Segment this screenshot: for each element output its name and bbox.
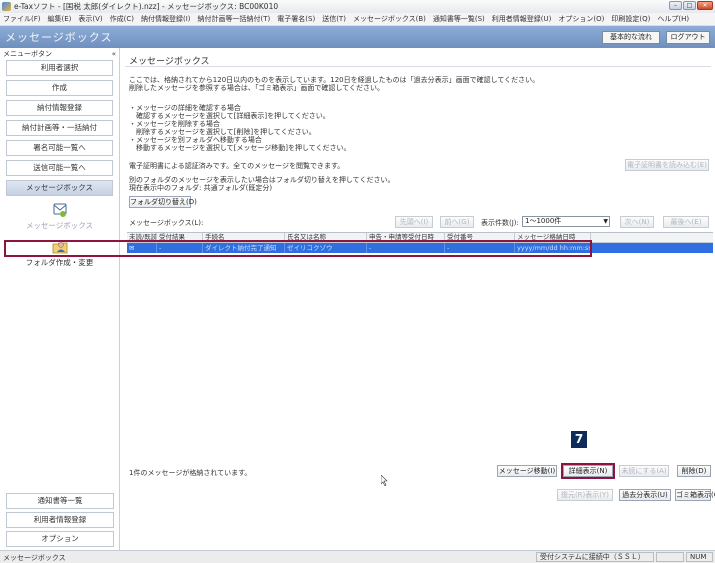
chevron-down-icon: ▼ (603, 218, 608, 225)
load-cert-button[interactable]: 電子証明書を読み込む(E) (625, 159, 709, 171)
sidebar-item-options[interactable]: オプション (6, 531, 114, 547)
menu-user-info[interactable]: 利用者情報登録(U) (492, 14, 552, 24)
page-title: メッセージボックス (5, 31, 113, 44)
title-bar: e-Taxソフト - [国税 太郎(ダイレクト).nzz] - メッセージボック… (0, 0, 715, 13)
display-count-select[interactable]: 1〜1000件 ▼ (522, 216, 610, 227)
sidebar-item-payment-plan[interactable]: 納付計画等・一括納付 (6, 120, 113, 136)
sidebar-item-payment-register[interactable]: 納付情報登録 (6, 100, 113, 116)
list-label: メッセージボックス(L): (129, 219, 204, 227)
info-text: ・メッセージを別フォルダへ移動する場合 (129, 136, 262, 144)
mouse-cursor-icon (381, 475, 388, 486)
cert-status-text: 電子証明書による認証済みです。全てのメッセージを閲覧できます。 (129, 162, 345, 170)
maximize-button[interactable]: □ (683, 1, 696, 10)
status-empty (656, 552, 684, 562)
folder-switch-button[interactable]: フォルダ切り替え(D) (129, 196, 197, 208)
main-panel: メッセージボックス ここでは、格納されてから120日以内のものを表示しています。… (121, 48, 715, 550)
menu-file[interactable]: ファイル(F) (3, 14, 41, 24)
trash-view-button[interactable]: ゴミ箱表示(Q) (675, 489, 715, 501)
current-folder-text: 現在表示中のフォルダ: 共通フォルダ(既定分) (129, 184, 273, 192)
menu-payment-register[interactable]: 納付情報登録(I) (141, 14, 191, 24)
menu-send[interactable]: 送信(T) (322, 14, 346, 24)
next-page-button[interactable]: 次へ(N) (620, 216, 654, 228)
sidebar-item-user-info[interactable]: 利用者情報登録 (6, 512, 114, 528)
sidebar-item-notices[interactable]: 通知書等一覧 (6, 493, 114, 509)
mark-unread-button[interactable]: 未読にする(A) (619, 465, 669, 477)
menu-notices[interactable]: 通知書等一覧(S) (433, 14, 485, 24)
info-text: ・メッセージを削除する場合 (129, 120, 220, 128)
sidebar-item-user-select[interactable]: 利用者選択 (6, 60, 113, 76)
menu-view[interactable]: 表示(V) (78, 14, 102, 24)
menu-options[interactable]: オプション(O) (558, 14, 604, 24)
sidebar-bottom: 通知書等一覧 利用者情報登録 オプション (0, 493, 120, 550)
sidebar-item-signable-list[interactable]: 署名可能一覧へ (6, 140, 113, 156)
menu-print[interactable]: 印刷設定(Q) (611, 14, 650, 24)
sidebar-header: メニューボタン « (0, 48, 119, 60)
sidebar-item-message-box[interactable]: メッセージボックス (6, 180, 113, 196)
info-text: ここでは、格納されてから120日以内のものを表示しています。120日を経過したも… (129, 76, 540, 84)
menu-message-box[interactable]: メッセージボックス(B) (353, 14, 426, 24)
selected-row-highlight (4, 240, 592, 257)
display-count-value: 1〜1000件 (525, 217, 562, 225)
prev-page-button[interactable]: 前へ(G) (440, 216, 474, 228)
logout-button[interactable]: ログアウト (666, 31, 710, 44)
menu-create[interactable]: 作成(C) (110, 14, 134, 24)
connection-status: 受付システムに接続中（ＳＳＬ） (536, 552, 654, 562)
sidebar-icon-message-box[interactable]: メッセージボックス (0, 202, 119, 231)
status-bar: メッセージボックス 受付システムに接続中（ＳＳＬ） NUM (0, 550, 715, 563)
info-text: 確認するメッセージを選択して[詳細表示]を押してください。 (129, 112, 330, 120)
display-count-label: 表示件数(J): (481, 219, 519, 227)
sidebar-icon-label: メッセージボックス (25, 221, 94, 230)
sidebar-item-create[interactable]: 作成 (6, 80, 113, 96)
sidebar-icon-label: フォルダ作成・変更 (25, 258, 94, 267)
folder-info-text: 別のフォルダのメッセージを表示したい場合はフォルダ切り替えを押してください。 (129, 176, 395, 184)
info-text: 削除するメッセージを選択して[削除]を押してください。 (129, 128, 316, 136)
sidebar-menu-label: メニューボタン (3, 50, 52, 58)
move-message-button[interactable]: メッセージ移動(I) (497, 465, 557, 477)
info-text: 移動するメッセージを選択して[メッセージ移動]を押してください。 (129, 144, 351, 152)
sidebar: メニューボタン « 利用者選択 作成 納付情報登録 納付計画等・一括納付 署名可… (0, 48, 120, 550)
detail-button-highlight (561, 463, 615, 479)
page-header: メッセージボックス 基本的な流れ ログアウト (0, 26, 715, 48)
window-controls: – □ ✕ (669, 1, 713, 10)
basic-flow-button[interactable]: 基本的な流れ (602, 31, 660, 44)
menu-help[interactable]: ヘルプ(H) (657, 14, 689, 24)
sidebar-collapse-icon[interactable]: « (112, 50, 116, 58)
first-page-button[interactable]: 先頭へ(I) (395, 216, 433, 228)
past-view-button[interactable]: 過去分表示(U) (619, 489, 671, 501)
divider (125, 66, 711, 67)
step-badge: 7 (571, 431, 587, 448)
delete-button[interactable]: 削除(D) (677, 465, 711, 477)
sidebar-item-sendable-list[interactable]: 送信可能一覧へ (6, 160, 113, 176)
menu-signature[interactable]: 電子署名(S) (277, 14, 315, 24)
restore-view-button[interactable]: 復元(R)表示(Y) (557, 489, 613, 501)
app-icon (2, 2, 11, 11)
message-count: 1件のメッセージが格納されています。 (129, 469, 252, 477)
info-text: ・メッセージの詳細を確認する場合 (129, 104, 241, 112)
last-page-button[interactable]: 最後へ(E) (663, 216, 709, 228)
window-title: e-Taxソフト - [国税 太郎(ダイレクト).nzz] - メッセージボック… (14, 2, 279, 11)
num-lock-indicator: NUM (686, 552, 713, 562)
message-box-icon (53, 203, 66, 217)
menu-edit[interactable]: 編集(E) (48, 14, 72, 24)
menu-bar: ファイル(F) 編集(E) 表示(V) 作成(C) 納付情報登録(I) 納付計画… (0, 13, 715, 26)
info-text: 削除したメッセージを参照する場合は、「ゴミ箱表示」画面で確認してください。 (129, 84, 384, 92)
status-text: メッセージボックス (3, 554, 66, 562)
close-button[interactable]: ✕ (697, 1, 713, 10)
menu-payment-plan[interactable]: 納付計画等一括納付(T) (198, 14, 271, 24)
minimize-button[interactable]: – (669, 1, 682, 10)
